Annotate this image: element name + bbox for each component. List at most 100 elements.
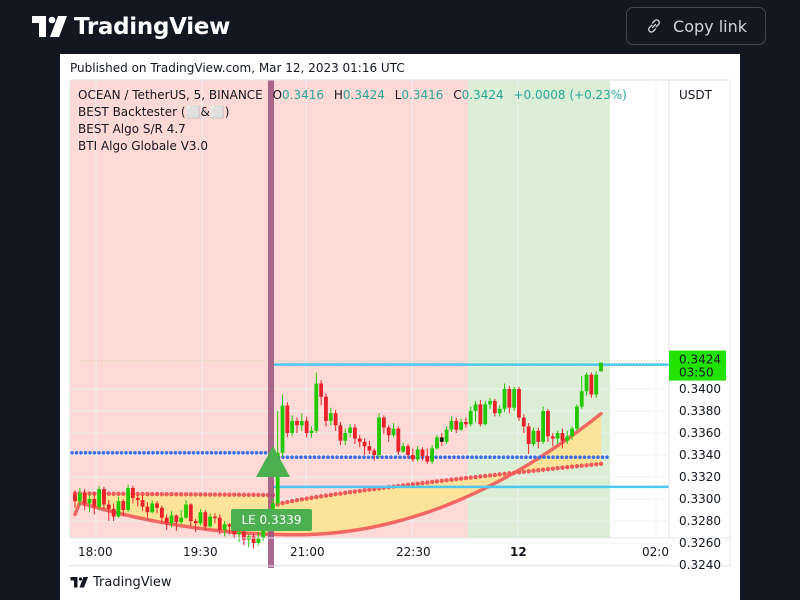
support-dot bbox=[106, 451, 110, 455]
legend-indicator[interactable]: BTI Algo Globale V3.0 bbox=[78, 138, 627, 155]
support-dot bbox=[164, 451, 169, 455]
candle-countdown: 03:50 bbox=[679, 366, 714, 380]
fast-ma-dot bbox=[526, 469, 531, 474]
fast-ma-dot bbox=[565, 465, 570, 470]
fast-ma-dot bbox=[338, 491, 343, 496]
support-dots-right bbox=[272, 455, 609, 460]
candle-body bbox=[348, 427, 352, 433]
candle-body bbox=[386, 427, 391, 436]
support-dot bbox=[326, 455, 330, 460]
support-dot bbox=[263, 451, 268, 455]
candle bbox=[377, 413, 381, 459]
fast-ma-dot bbox=[483, 473, 488, 479]
fast-ma-dot bbox=[560, 465, 565, 470]
candle-body bbox=[459, 422, 463, 430]
candle-body bbox=[439, 437, 444, 442]
support-dot bbox=[241, 451, 245, 455]
support-dot bbox=[191, 451, 196, 455]
legend-indicator[interactable]: BEST Algo S/R 4.7 bbox=[78, 121, 627, 138]
candle-body bbox=[464, 422, 468, 425]
candle bbox=[594, 371, 599, 398]
support-dot bbox=[398, 455, 402, 460]
support-dot bbox=[605, 455, 609, 460]
support-dot bbox=[128, 451, 133, 455]
candle-body bbox=[164, 517, 169, 524]
fast-ma-dot bbox=[304, 496, 309, 501]
support-dot bbox=[218, 451, 223, 455]
support-dot bbox=[223, 451, 227, 455]
support-dot bbox=[384, 455, 389, 460]
candle-body bbox=[492, 401, 497, 414]
y-tick-label: 0.3320 bbox=[679, 470, 721, 484]
support-dot bbox=[339, 455, 344, 460]
legend-symbol-row: OCEAN / TetherUS, 5, BINANCE O0.3416 H0.… bbox=[78, 87, 627, 104]
candle bbox=[396, 426, 401, 455]
fast-ma-dot bbox=[203, 492, 208, 497]
signal-label: LE 0.3339 bbox=[241, 513, 301, 527]
candle-body bbox=[295, 420, 299, 426]
y-tick-label: 0.3360 bbox=[679, 426, 721, 440]
support-dot bbox=[551, 455, 555, 460]
support-dot bbox=[578, 455, 582, 460]
support-dot bbox=[519, 455, 524, 460]
candle-body bbox=[550, 436, 555, 439]
candle-body bbox=[560, 433, 565, 441]
candle-body bbox=[372, 450, 377, 455]
candle-body bbox=[478, 404, 483, 425]
candle-body bbox=[237, 532, 241, 535]
candle-body bbox=[155, 503, 159, 508]
support-dot bbox=[452, 455, 456, 460]
tradingview-logo[interactable]: TradingView bbox=[32, 11, 230, 43]
candle-body bbox=[536, 430, 541, 442]
support-dot bbox=[250, 451, 254, 455]
fast-ma-dot bbox=[106, 491, 111, 496]
candle-body bbox=[579, 391, 584, 407]
fast-ma-dot bbox=[463, 475, 469, 481]
candle-body bbox=[507, 389, 512, 408]
candle-body bbox=[599, 362, 603, 372]
support-dot bbox=[488, 455, 492, 460]
fast-ma-dot bbox=[449, 477, 454, 482]
fast-ma-dot bbox=[121, 491, 126, 497]
x-tick-label: 12 bbox=[510, 545, 527, 559]
copy-link-button[interactable]: Copy link bbox=[626, 7, 766, 45]
support-dot bbox=[146, 451, 151, 455]
footer-logo[interactable]: TradingView bbox=[70, 575, 172, 590]
support-dot bbox=[560, 455, 564, 460]
fast-ma-dot bbox=[236, 492, 242, 497]
legend-indicator[interactable]: BEST Backtester (⬜&⬜) bbox=[78, 104, 627, 121]
fast-ma-dot bbox=[198, 492, 203, 497]
support-dot bbox=[344, 455, 348, 460]
currency-label: USDT bbox=[679, 88, 713, 102]
candle-body bbox=[502, 389, 507, 409]
fast-ma-dot bbox=[314, 494, 319, 500]
support-dot bbox=[317, 455, 321, 460]
candle-body bbox=[208, 516, 213, 527]
fast-ma-dot bbox=[188, 492, 194, 497]
support-dot bbox=[564, 455, 569, 460]
support-dot bbox=[587, 455, 591, 460]
candle-body bbox=[353, 427, 357, 439]
candle-body bbox=[565, 436, 570, 441]
fast-ma-dot bbox=[492, 472, 498, 478]
support-dot bbox=[366, 455, 371, 460]
fast-ma-dot bbox=[145, 491, 150, 497]
fast-ma-dot bbox=[531, 468, 536, 473]
fast-ma-dot bbox=[164, 491, 169, 497]
candle-body bbox=[343, 433, 348, 441]
support-dot bbox=[348, 455, 353, 460]
chart-card: Published on TradingView.com, Mar 12, 20… bbox=[60, 54, 740, 600]
top-bar: TradingView Copy link bbox=[0, 0, 800, 54]
candle-body bbox=[159, 507, 164, 518]
support-dot bbox=[83, 451, 88, 455]
candle-body bbox=[140, 500, 145, 507]
candle-body bbox=[333, 413, 338, 426]
candle-body bbox=[77, 493, 82, 502]
fast-ma-dot bbox=[497, 472, 502, 477]
legend-open-value: 0.3416 bbox=[282, 88, 325, 102]
support-dot bbox=[236, 451, 241, 455]
support-dot bbox=[596, 455, 600, 460]
fast-ma-dot bbox=[328, 492, 333, 498]
fast-ma-dot bbox=[516, 470, 522, 475]
fast-ma-dot bbox=[357, 488, 362, 494]
